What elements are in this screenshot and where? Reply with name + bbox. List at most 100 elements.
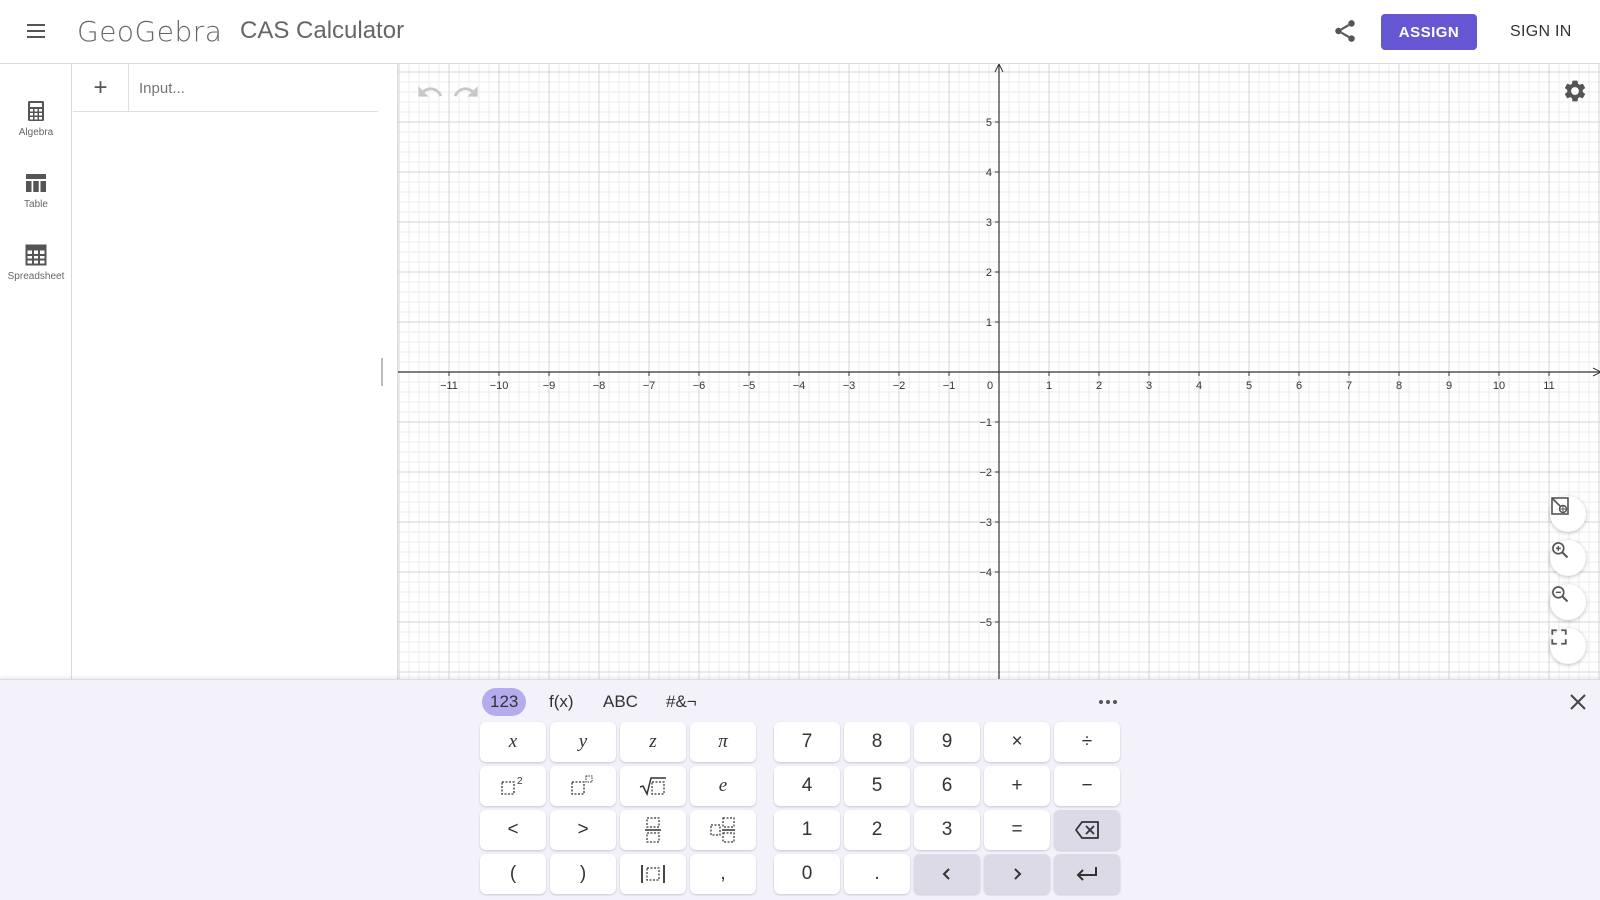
y-tick-label: −2 (979, 467, 992, 479)
key-0[interactable]: 0 (774, 854, 840, 894)
more-options-icon[interactable] (1094, 688, 1122, 716)
app-header: GeoGebra CAS Calculator ASSIGN SIGN IN (0, 0, 1600, 64)
key-fraction[interactable] (620, 810, 686, 850)
key-backspace[interactable] (1054, 810, 1120, 850)
share-icon[interactable] (1332, 18, 1358, 44)
key-enter[interactable] (1054, 854, 1120, 894)
graphics-view[interactable]: −11 −10 −9 −8 −7 −6 −5 −4 −3 −2 −1 0 1 2 3 4 5 6 7 8 9 10 11 5 4… (397, 64, 1600, 679)
sign-in-button[interactable]: SIGN IN (1502, 14, 1580, 50)
x-tick-label: −11 (440, 380, 458, 392)
key-z[interactable]: z (620, 722, 686, 762)
key-cursor-right[interactable] (984, 854, 1050, 894)
x-tick-label: −9 (543, 380, 556, 392)
nav-item-table[interactable]: Table (0, 172, 72, 236)
keyboard-tab-abc[interactable]: ABC (595, 688, 646, 716)
key-pi[interactable]: π (690, 722, 756, 762)
key-less-than[interactable]: < (480, 810, 546, 850)
x-tick-label: 10 (1493, 380, 1505, 392)
key-greater-than[interactable]: > (550, 810, 616, 850)
x-tick-label: 2 (1096, 380, 1102, 392)
key-open-paren[interactable]: ( (480, 854, 546, 894)
zoom-in-icon[interactable] (1550, 540, 1586, 576)
key-3[interactable]: 3 (914, 810, 980, 850)
algebra-input-row: + (73, 64, 378, 112)
standard-view-icon[interactable] (1550, 496, 1586, 532)
x-tick-label: 4 (1196, 380, 1202, 392)
gear-icon[interactable] (1562, 78, 1590, 106)
key-square[interactable]: 2 (480, 766, 546, 806)
x-tick-label: −6 (693, 380, 706, 392)
key-multiply[interactable]: × (984, 722, 1050, 762)
x-tick-label: 11 (1543, 380, 1554, 392)
key-close-paren[interactable]: ) (550, 854, 616, 894)
geogebra-logo[interactable]: GeoGebra (77, 15, 222, 48)
undo-icon[interactable] (416, 78, 444, 106)
add-button[interactable]: + (73, 64, 129, 112)
key-minus[interactable]: − (1054, 766, 1120, 806)
x-tick-label: 3 (1146, 380, 1152, 392)
y-tick-label: −3 (979, 517, 992, 529)
x-tick-label: −4 (793, 380, 806, 392)
right-arrow-icon (1014, 868, 1022, 880)
y-tick-label: 2 (986, 267, 992, 279)
key-decimal[interactable]: . (844, 854, 910, 894)
keyboard-tab-symbols[interactable]: #&¬ (658, 688, 705, 716)
key-sqrt[interactable] (620, 766, 686, 806)
y-tick-label: 1 (986, 317, 992, 329)
key-e[interactable]: e (690, 766, 756, 806)
key-cursor-left[interactable] (914, 854, 980, 894)
panel-splitter[interactable] (381, 358, 385, 386)
key-8[interactable]: 8 (844, 722, 910, 762)
key-6[interactable]: 6 (914, 766, 980, 806)
zoom-out-icon[interactable] (1550, 584, 1586, 620)
menu-icon[interactable] (22, 20, 50, 44)
nav-label-algebra: Algebra (18, 127, 54, 138)
fraction-icon (645, 817, 661, 843)
nav-item-spreadsheet[interactable]: Spreadsheet (0, 244, 72, 308)
x-tick-label: −3 (843, 380, 856, 392)
x-tick-label: 0 (987, 380, 993, 392)
x-tick-label: −8 (593, 380, 606, 392)
close-keyboard-icon[interactable] (1566, 690, 1590, 714)
key-mixed-fraction[interactable] (690, 810, 756, 850)
key-4[interactable]: 4 (774, 766, 840, 806)
nav-item-algebra[interactable]: Algebra (0, 100, 72, 164)
keyboard-tab-123[interactable]: 123 (482, 688, 527, 716)
keyboard-tab-functions[interactable]: f(x) (541, 688, 582, 716)
power-icon (571, 775, 593, 795)
key-y[interactable]: y (550, 722, 616, 762)
algebra-input[interactable] (139, 74, 369, 102)
redo-icon[interactable] (452, 78, 480, 106)
key-divide[interactable]: ÷ (1054, 722, 1120, 762)
fullscreen-icon[interactable] (1550, 628, 1586, 664)
key-7[interactable]: 7 (774, 722, 840, 762)
abs-icon (641, 865, 665, 883)
y-tick-label: 3 (986, 217, 992, 229)
key-abs[interactable] (620, 854, 686, 894)
x-tick-label: 9 (1446, 380, 1452, 392)
table-icon (26, 174, 46, 192)
key-5[interactable]: 5 (844, 766, 910, 806)
key-x[interactable]: x (480, 722, 546, 762)
x-tick-label: −5 (743, 380, 756, 392)
coordinate-grid: −11 −10 −9 −8 −7 −6 −5 −4 −3 −2 −1 0 1 2 3 4 5 6 7 8 9 10 1154… (398, 64, 1600, 679)
x-tick-label: 7 (1346, 380, 1352, 392)
enter-icon (1076, 867, 1097, 881)
x-tick-label: 6 (1296, 380, 1302, 392)
x-tick-label: −10 (490, 380, 509, 392)
key-2[interactable]: 2 (844, 810, 910, 850)
assign-button[interactable]: ASSIGN (1381, 14, 1477, 50)
spreadsheet-icon (25, 244, 47, 266)
key-comma[interactable]: , (690, 854, 756, 894)
y-tick-label: −1 (979, 417, 992, 429)
key-9[interactable]: 9 (914, 722, 980, 762)
algebra-panel: + (73, 64, 378, 679)
x-tick-label: −1 (943, 380, 956, 392)
key-1[interactable]: 1 (774, 810, 840, 850)
key-power[interactable] (550, 766, 616, 806)
key-equals[interactable]: = (984, 810, 1050, 850)
key-plus[interactable]: + (984, 766, 1050, 806)
y-tick-label: 5 (986, 117, 992, 129)
backspace-icon (1075, 821, 1099, 839)
mixed-fraction-icon (710, 817, 735, 843)
